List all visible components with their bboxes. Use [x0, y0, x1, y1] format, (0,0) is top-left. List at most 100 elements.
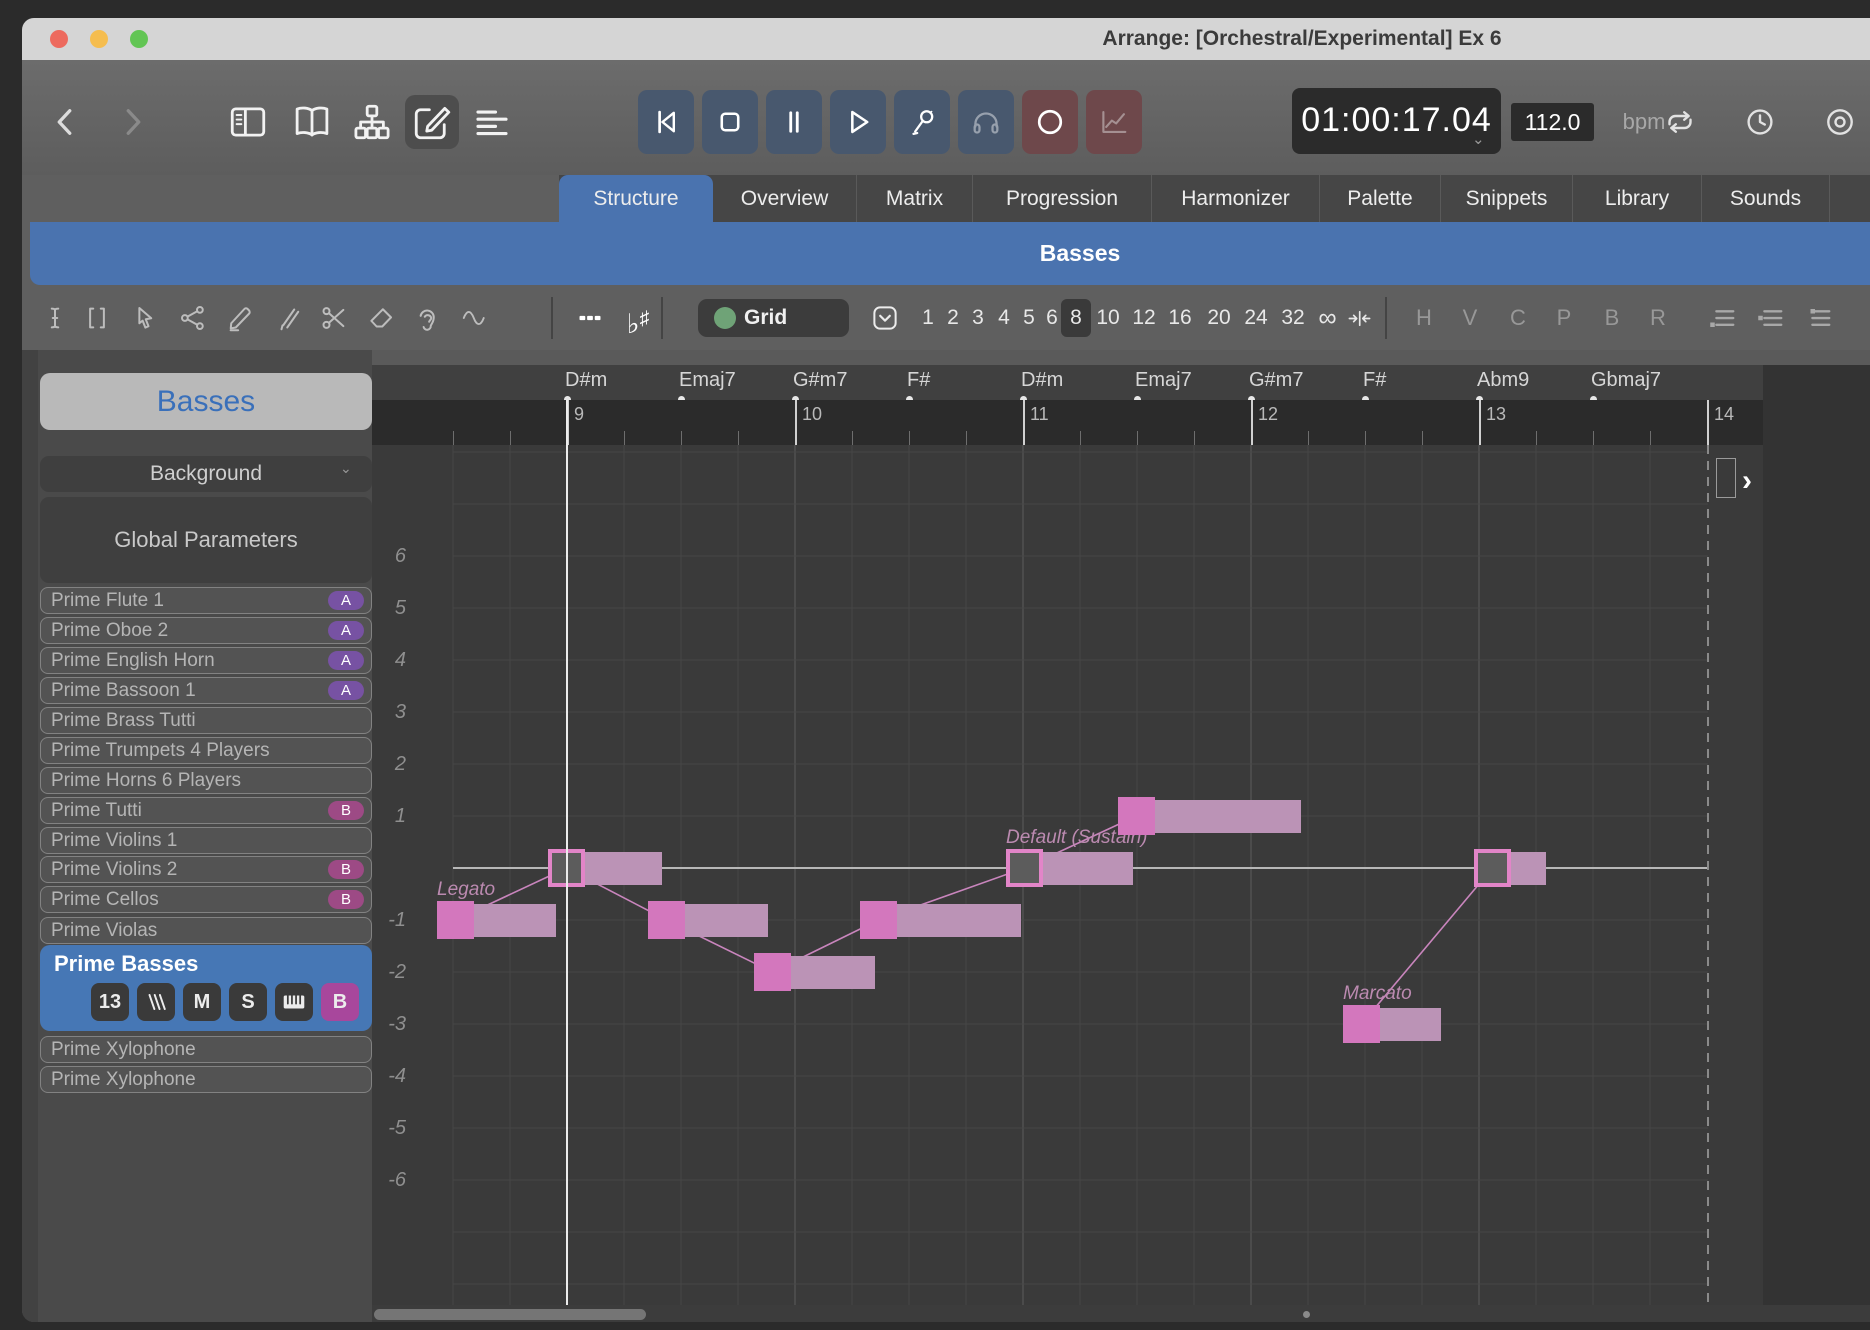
measure-ruler[interactable]: 91011121314: [372, 400, 1763, 445]
slashes-button[interactable]: [137, 983, 175, 1021]
pencil-multi-tool[interactable]: [273, 303, 303, 333]
instrument-row[interactable]: Prime Flute 1A: [40, 587, 372, 614]
mic-button[interactable]: [894, 90, 950, 154]
note-tail[interactable]: [472, 904, 556, 937]
instrument-row[interactable]: Prime Brass Tutti: [40, 707, 372, 734]
grid-division-8[interactable]: 8: [1061, 299, 1091, 337]
note-head[interactable]: [1118, 797, 1155, 835]
grid-mode-selector[interactable]: Grid: [698, 299, 849, 337]
note-tail[interactable]: [683, 904, 768, 937]
note-tail[interactable]: [1041, 852, 1133, 885]
instrument-row[interactable]: Prime TuttiB: [40, 797, 372, 824]
chart-button[interactable]: [1086, 90, 1142, 154]
grid-division-5[interactable]: 5: [1017, 299, 1041, 337]
note-tail[interactable]: [1378, 1008, 1441, 1041]
note-head[interactable]: [1343, 1005, 1380, 1043]
close-window-button[interactable]: [50, 30, 68, 48]
grid-division-12[interactable]: 12: [1128, 299, 1160, 337]
tempo-field[interactable]: 112.0: [1511, 103, 1594, 141]
play-button[interactable]: [830, 90, 886, 154]
dots3-tool[interactable]: [575, 303, 605, 333]
instrument-row[interactable]: Prime Oboe 2A: [40, 617, 372, 644]
chord-label[interactable]: D#m: [565, 369, 607, 392]
grid-division-3[interactable]: 3: [966, 299, 990, 337]
record-button[interactable]: [1022, 90, 1078, 154]
chord-label[interactable]: Gbmaj7: [1591, 369, 1661, 392]
loop-icon[interactable]: [1662, 104, 1698, 140]
instrument-row[interactable]: Prime English HornA: [40, 647, 372, 674]
chord-label[interactable]: F#: [1363, 369, 1386, 392]
chord-label[interactable]: Emaj7: [1135, 369, 1192, 392]
chord-label[interactable]: Abm9: [1477, 369, 1529, 392]
list-indent-3-icon[interactable]: [1803, 303, 1833, 333]
shortcut-letter-v[interactable]: V: [1455, 303, 1485, 333]
b-button[interactable]: B: [321, 983, 359, 1021]
share-tool[interactable]: [178, 303, 208, 333]
eraser-tool[interactable]: [366, 303, 396, 333]
edit-icon[interactable]: [411, 101, 453, 143]
list-indent-2-icon[interactable]: [1755, 303, 1785, 333]
stop-button[interactable]: [702, 90, 758, 154]
tab-library[interactable]: Library: [1573, 175, 1702, 222]
chord-label[interactable]: G#m7: [1249, 369, 1303, 392]
instrument-row[interactable]: Prime Xylophone: [40, 1036, 372, 1063]
global-parameters-button[interactable]: Global Parameters: [40, 497, 372, 583]
book-icon[interactable]: [291, 101, 333, 143]
tab-harmonizer[interactable]: Harmonizer: [1152, 175, 1320, 222]
chevron-down-icon[interactable]: ⌄: [1472, 130, 1485, 148]
skip-back-button[interactable]: [638, 90, 694, 154]
shortcut-letter-r[interactable]: R: [1643, 303, 1673, 333]
grid-division-4[interactable]: 4: [992, 299, 1016, 337]
s-button[interactable]: S: [229, 983, 267, 1021]
instrument-row[interactable]: Prime Violins 2B: [40, 856, 372, 883]
expand-panel-button[interactable]: ›: [1742, 464, 1752, 498]
grid-division-2[interactable]: 2: [941, 299, 965, 337]
tab-progression[interactable]: Progression: [973, 175, 1152, 222]
note-tail[interactable]: [1153, 800, 1301, 833]
grid-division-20[interactable]: 20: [1203, 299, 1235, 337]
note-head-selected[interactable]: [1006, 849, 1043, 887]
infinity-icon[interactable]: ∞: [1314, 305, 1341, 332]
horizontal-scrollbar-thumb[interactable]: [374, 1309, 646, 1320]
tree-icon[interactable]: [351, 101, 393, 143]
scissors-tool[interactable]: [319, 303, 349, 333]
time-display[interactable]: 01:00:17.04: [1292, 88, 1501, 154]
split-view-icon[interactable]: [227, 101, 269, 143]
shortcut-letter-b[interactable]: B: [1597, 303, 1627, 333]
tab-structure[interactable]: Structure: [559, 175, 713, 222]
instrument-row[interactable]: Prime CellosB: [40, 886, 372, 913]
instrument-row[interactable]: Prime Violas: [40, 917, 372, 944]
note-head-selected[interactable]: [1474, 849, 1511, 887]
tab-matrix[interactable]: Matrix: [857, 175, 973, 222]
grid-division-10[interactable]: 10: [1092, 299, 1124, 337]
vertical-scrollbar-thumb[interactable]: [1716, 458, 1736, 498]
m-button[interactable]: M: [183, 983, 221, 1021]
grid-division-24[interactable]: 24: [1240, 299, 1272, 337]
navigate-back-button[interactable]: [48, 104, 84, 140]
target-icon[interactable]: [1822, 104, 1858, 140]
tab-overview[interactable]: Overview: [713, 175, 857, 222]
pencil-tool[interactable]: [225, 303, 255, 333]
note-tail[interactable]: [1509, 852, 1546, 885]
grid-snap-checkbox[interactable]: [870, 303, 900, 333]
wave-tool[interactable]: [460, 303, 490, 333]
note-tail[interactable]: [789, 956, 875, 989]
shortcut-letter-c[interactable]: C: [1503, 303, 1533, 333]
horizontal-scrollbar-track[interactable]: [372, 1305, 1870, 1322]
part-selector-button[interactable]: Basses: [40, 373, 372, 430]
ibeam-tool[interactable]: [40, 303, 70, 333]
instrument-row[interactable]: Prime Bassoon 1A: [40, 677, 372, 704]
instrument-row[interactable]: Prime Violins 1: [40, 827, 372, 854]
flat-sharp-tool[interactable]: ♭♯: [623, 303, 653, 333]
instrument-row[interactable]: Prime Trumpets 4 Players: [40, 737, 372, 764]
tab-snippets[interactable]: Snippets: [1441, 175, 1573, 222]
tab-palette[interactable]: Palette: [1320, 175, 1441, 222]
collapse-arrows-icon[interactable]: [1346, 305, 1373, 332]
cursor-tool[interactable]: [130, 303, 160, 333]
13-button[interactable]: 13: [91, 983, 129, 1021]
chord-label[interactable]: Emaj7: [679, 369, 736, 392]
note-grid[interactable]: LegatoDefault (Sustain)Marcato: [372, 445, 1763, 1305]
selected-instrument-prime-basses[interactable]: Prime Basses 13MSB: [40, 945, 372, 1031]
chord-label[interactable]: D#m: [1021, 369, 1063, 392]
list-icon[interactable]: [471, 101, 513, 143]
